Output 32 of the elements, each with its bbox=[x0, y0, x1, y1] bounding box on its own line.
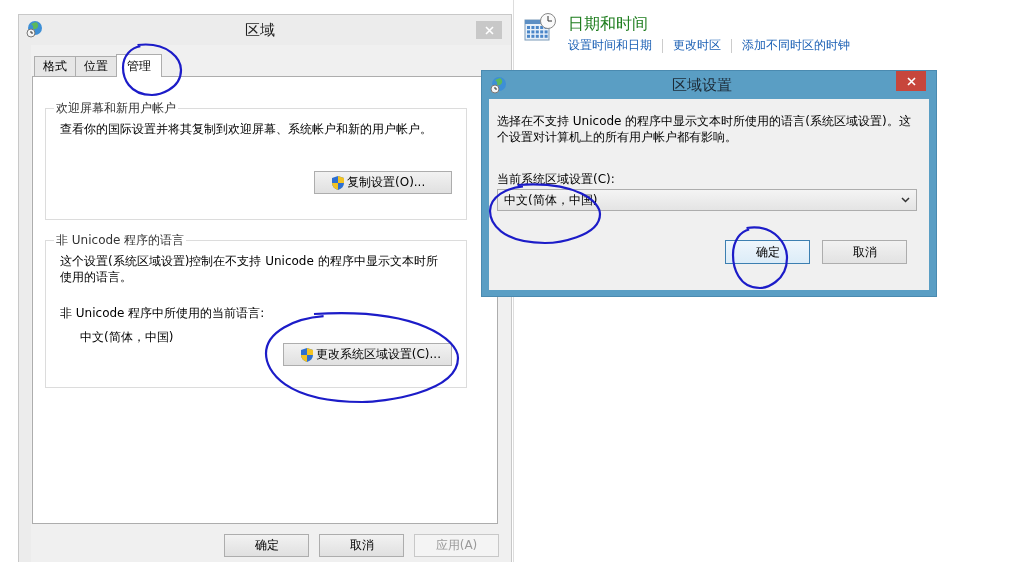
group-title: 非 Unicode 程序的语言 bbox=[55, 232, 186, 249]
change-locale-button[interactable]: 更改系统区域设置(C)... bbox=[282, 343, 452, 366]
copy-settings-button[interactable]: 复制设置(O)... bbox=[314, 171, 452, 194]
tab[interactable]: 格式 bbox=[34, 56, 76, 76]
chevron-down-icon bbox=[901, 197, 910, 203]
dialog-button[interactable]: 确定 bbox=[224, 534, 309, 557]
settings-link[interactable]: 更改时区 bbox=[673, 37, 721, 54]
close-icon bbox=[484, 25, 494, 35]
globe-clock-icon bbox=[489, 76, 507, 94]
globe-clock-icon bbox=[25, 19, 43, 38]
tab[interactable]: 管理 bbox=[116, 54, 162, 77]
group-title: 欢迎屏幕和新用户帐户 bbox=[55, 100, 177, 117]
shield-icon bbox=[299, 346, 314, 363]
tab[interactable]: 位置 bbox=[75, 56, 117, 76]
section-title[interactable]: 日期和时间 bbox=[568, 14, 850, 35]
window-title: 区域 bbox=[243, 20, 276, 40]
dialog-button[interactable]: 取消 bbox=[822, 240, 907, 264]
current-language-label: 非 Unicode 程序中所使用的当前语言: bbox=[60, 305, 266, 321]
locale-label: 当前系统区域设置(C): bbox=[497, 171, 616, 187]
dialog-button[interactable]: 取消 bbox=[319, 534, 404, 557]
description-text: 选择在不支持 Unicode 的程序中显示文本时所使用的语言(系统区域设置)。这个设置对计算机上的所有用户帐户都有影响。 bbox=[497, 113, 912, 145]
dialog-button[interactable]: 确定 bbox=[725, 240, 810, 264]
current-language-value: 中文(简体，中国) bbox=[80, 329, 175, 345]
settings-link[interactable]: 设置时间和日期 bbox=[568, 37, 652, 54]
close-icon bbox=[906, 76, 916, 86]
close-button[interactable] bbox=[896, 71, 926, 91]
description-text: 这个设置(系统区域设置)控制在不支持 Unicode 的程序中显示文本时所使用的语言。 bbox=[60, 253, 439, 285]
window-title: 区域设置 bbox=[670, 75, 733, 95]
calendar-clock-icon bbox=[524, 12, 556, 44]
settings-link[interactable]: 添加不同时区的时钟 bbox=[742, 37, 850, 54]
shield-icon bbox=[331, 174, 345, 191]
description-text: 查看你的国际设置并将其复制到欢迎屏幕、系统帐户和新的用户帐户。 bbox=[60, 121, 433, 137]
